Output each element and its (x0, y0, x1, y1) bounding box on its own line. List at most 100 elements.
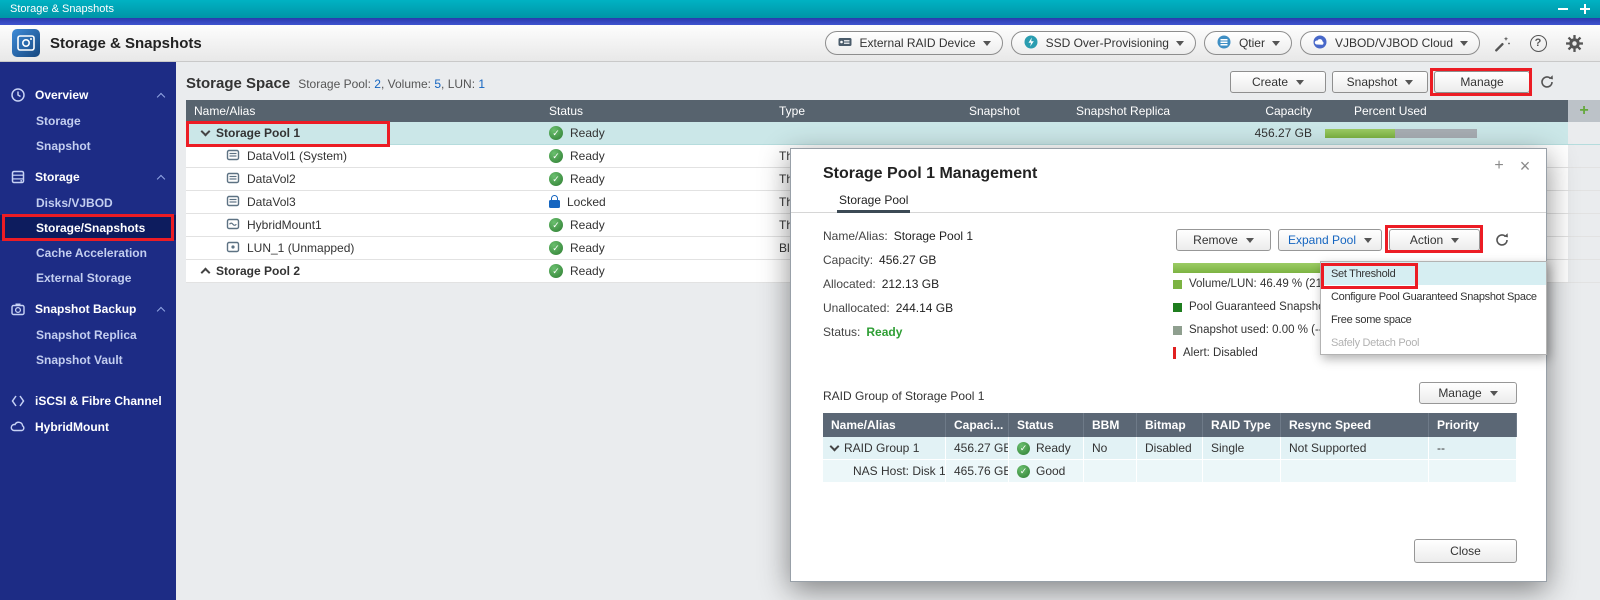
chevron-up-icon (201, 268, 211, 278)
accent-strip (0, 18, 1600, 25)
column-header-type[interactable]: Type (771, 100, 961, 122)
vjbod-cloud-label: VJBOD/VJBOD Cloud (1335, 36, 1453, 50)
tab-storage-pool[interactable]: Storage Pool (837, 193, 910, 213)
add-column-button[interactable] (1568, 100, 1600, 122)
column-header-name-alias[interactable]: Name/Alias (186, 100, 541, 122)
column-header-snapshot[interactable]: Snapshot (961, 100, 1068, 122)
remove-button[interactable]: Remove (1176, 229, 1271, 251)
window-title: Storage & Snapshots (10, 3, 114, 15)
sidebar-section-snapshot-backup[interactable]: Snapshot Backup (0, 296, 176, 322)
sidebar-section-iscsi-fibre-channel[interactable]: iSCSI & Fibre Channel (0, 388, 176, 414)
chevron-down-icon (1246, 238, 1254, 243)
wand-icon[interactable] (1488, 30, 1516, 56)
sidebar-item-storage-snapshots[interactable]: Storage/Snapshots (0, 215, 176, 240)
ssd-over-provisioning-button[interactable]: SSD Over-Provisioning (1011, 31, 1196, 55)
raid-column-status[interactable]: Status (1009, 413, 1084, 437)
raid-group-table: Name/Alias Capaci... Status BBM Bitmap R… (823, 413, 1517, 483)
close-button[interactable]: Close (1414, 539, 1517, 563)
pool-info: Name/Alias:Storage Pool 1 Capacity:456.2… (823, 229, 973, 338)
storage-pool-management-dialog: Storage Pool 1 Management Storage Pool N… (790, 148, 1547, 582)
volume-icon (226, 171, 240, 188)
menu-item-free-some-space[interactable]: Free some space (1321, 308, 1546, 331)
sidebar-section-overview[interactable]: Overview (0, 82, 176, 108)
lock-icon (549, 200, 560, 208)
help-icon[interactable] (1524, 30, 1552, 56)
sidebar-item-snapshot-vault[interactable]: Snapshot Vault (0, 347, 176, 372)
raid-manage-button[interactable]: Manage (1419, 382, 1517, 404)
row-status: Ready (570, 218, 605, 232)
chevron-down-icon (1296, 80, 1304, 85)
sidebar-item-snapshot[interactable]: Snapshot (0, 133, 176, 158)
qtier-icon (1216, 34, 1232, 53)
table-row-storage-pool-1[interactable]: Storage Pool 1 Ready 456.27 GB (186, 122, 1600, 145)
vjbod-cloud-button[interactable]: VJBOD/VJBOD Cloud (1300, 31, 1480, 55)
row-name: Storage Pool 2 (216, 264, 300, 278)
sidebar-section-label: HybridMount (35, 420, 109, 434)
column-header-percent-used[interactable]: Percent Used (1322, 100, 1568, 122)
external-raid-device-icon (837, 34, 853, 53)
legend-swatch (1173, 303, 1182, 312)
popout-icon[interactable] (1490, 157, 1508, 175)
maximize-button[interactable] (1580, 4, 1590, 14)
status-ready-icon (549, 126, 563, 140)
column-header-status[interactable]: Status (541, 100, 771, 122)
snapshot-button[interactable]: Snapshot (1332, 71, 1428, 93)
lun-icon (226, 240, 240, 257)
iscsi-icon (10, 393, 26, 409)
create-button[interactable]: Create (1230, 71, 1326, 93)
close-icon[interactable] (1516, 157, 1534, 175)
page-title: Storage Space (186, 75, 290, 92)
chevron-up-icon (157, 306, 165, 314)
raid-column-bitmap[interactable]: Bitmap (1137, 413, 1203, 437)
minimize-button[interactable] (1558, 8, 1568, 10)
status-ready-icon (549, 218, 563, 232)
raid-column-raid-type[interactable]: RAID Type (1203, 413, 1281, 437)
raid-column-name-alias[interactable]: Name/Alias (823, 413, 946, 437)
refresh-icon[interactable] (1491, 229, 1513, 251)
raid-column-priority[interactable]: Priority (1429, 413, 1517, 437)
qtier-button[interactable]: Qtier (1204, 31, 1292, 55)
sidebar-item-cache-acceleration[interactable]: Cache Acceleration (0, 240, 176, 265)
settings-gear-icon[interactable] (1560, 30, 1588, 56)
status-ready-icon (549, 264, 563, 278)
field-label: Allocated: (823, 277, 876, 291)
storage-snapshots-app-window: Storage & Snapshots Storage & Snapshots … (0, 0, 1600, 600)
action-button[interactable]: Action (1389, 229, 1480, 251)
table-header: Name/Alias Status Type Snapshot Snapshot… (186, 100, 1600, 122)
expand-pool-button[interactable]: Expand Pool (1278, 229, 1382, 251)
sidebar-item-storage[interactable]: Storage (0, 108, 176, 133)
raid-table-row-nas-host-disk-1[interactable]: NAS Host: Disk 1 465.76 GB... Good (823, 460, 1517, 483)
menu-item-safely-detach-pool[interactable]: Safely Detach Pool (1321, 331, 1546, 354)
menu-item-set-threshold[interactable]: Set Threshold (1321, 262, 1546, 285)
refresh-icon[interactable] (1536, 71, 1558, 93)
storage-summary: Storage Pool: 2, Volume: 5, LUN: 1 (298, 77, 485, 91)
field-value: 456.27 GB (879, 253, 936, 267)
raid-resync-speed: Not Supported (1281, 437, 1429, 459)
raid-priority: -- (1429, 437, 1517, 459)
raid-column-capacity[interactable]: Capaci... (946, 413, 1009, 437)
row-name: Storage Pool 1 (216, 126, 300, 140)
raid-table-row-raid-group-1[interactable]: RAID Group 1 456.27 GB... Ready No Disab… (823, 437, 1517, 460)
dialog-tabbar: Storage Pool (791, 193, 1546, 213)
column-header-snapshot-replica[interactable]: Snapshot Replica (1068, 100, 1235, 122)
ssd-over-provisioning-label: SSD Over-Provisioning (1046, 36, 1169, 50)
raid-name: RAID Group 1 (844, 441, 919, 455)
chevron-down-icon (1405, 80, 1413, 85)
manage-button[interactable]: Manage (1434, 71, 1530, 93)
chevron-down-icon (830, 442, 840, 452)
legend-alert: Alert: Disabled (1173, 345, 1258, 361)
column-header-capacity[interactable]: Capacity (1235, 100, 1322, 122)
menu-item-configure-pool-guaranteed-snapshot-space[interactable]: Configure Pool Guaranteed Snapshot Space (1321, 285, 1546, 308)
sidebar-item-disks-vjbod[interactable]: Disks/VJBOD (0, 190, 176, 215)
row-status: Ready (570, 149, 605, 163)
raid-column-bbm[interactable]: BBM (1084, 413, 1137, 437)
volume-icon (226, 148, 240, 165)
row-status: Ready (570, 264, 605, 278)
sidebar-section-hybridmount[interactable]: HybridMount (0, 414, 176, 440)
sidebar-item-external-storage[interactable]: External Storage (0, 265, 176, 290)
raid-column-resync-speed[interactable]: Resync Speed (1281, 413, 1429, 437)
sidebar-section-storage[interactable]: Storage (0, 164, 176, 190)
sidebar-item-snapshot-replica[interactable]: Snapshot Replica (0, 322, 176, 347)
external-raid-device-button[interactable]: External RAID Device (825, 31, 1003, 55)
app-logo-icon (12, 29, 40, 57)
